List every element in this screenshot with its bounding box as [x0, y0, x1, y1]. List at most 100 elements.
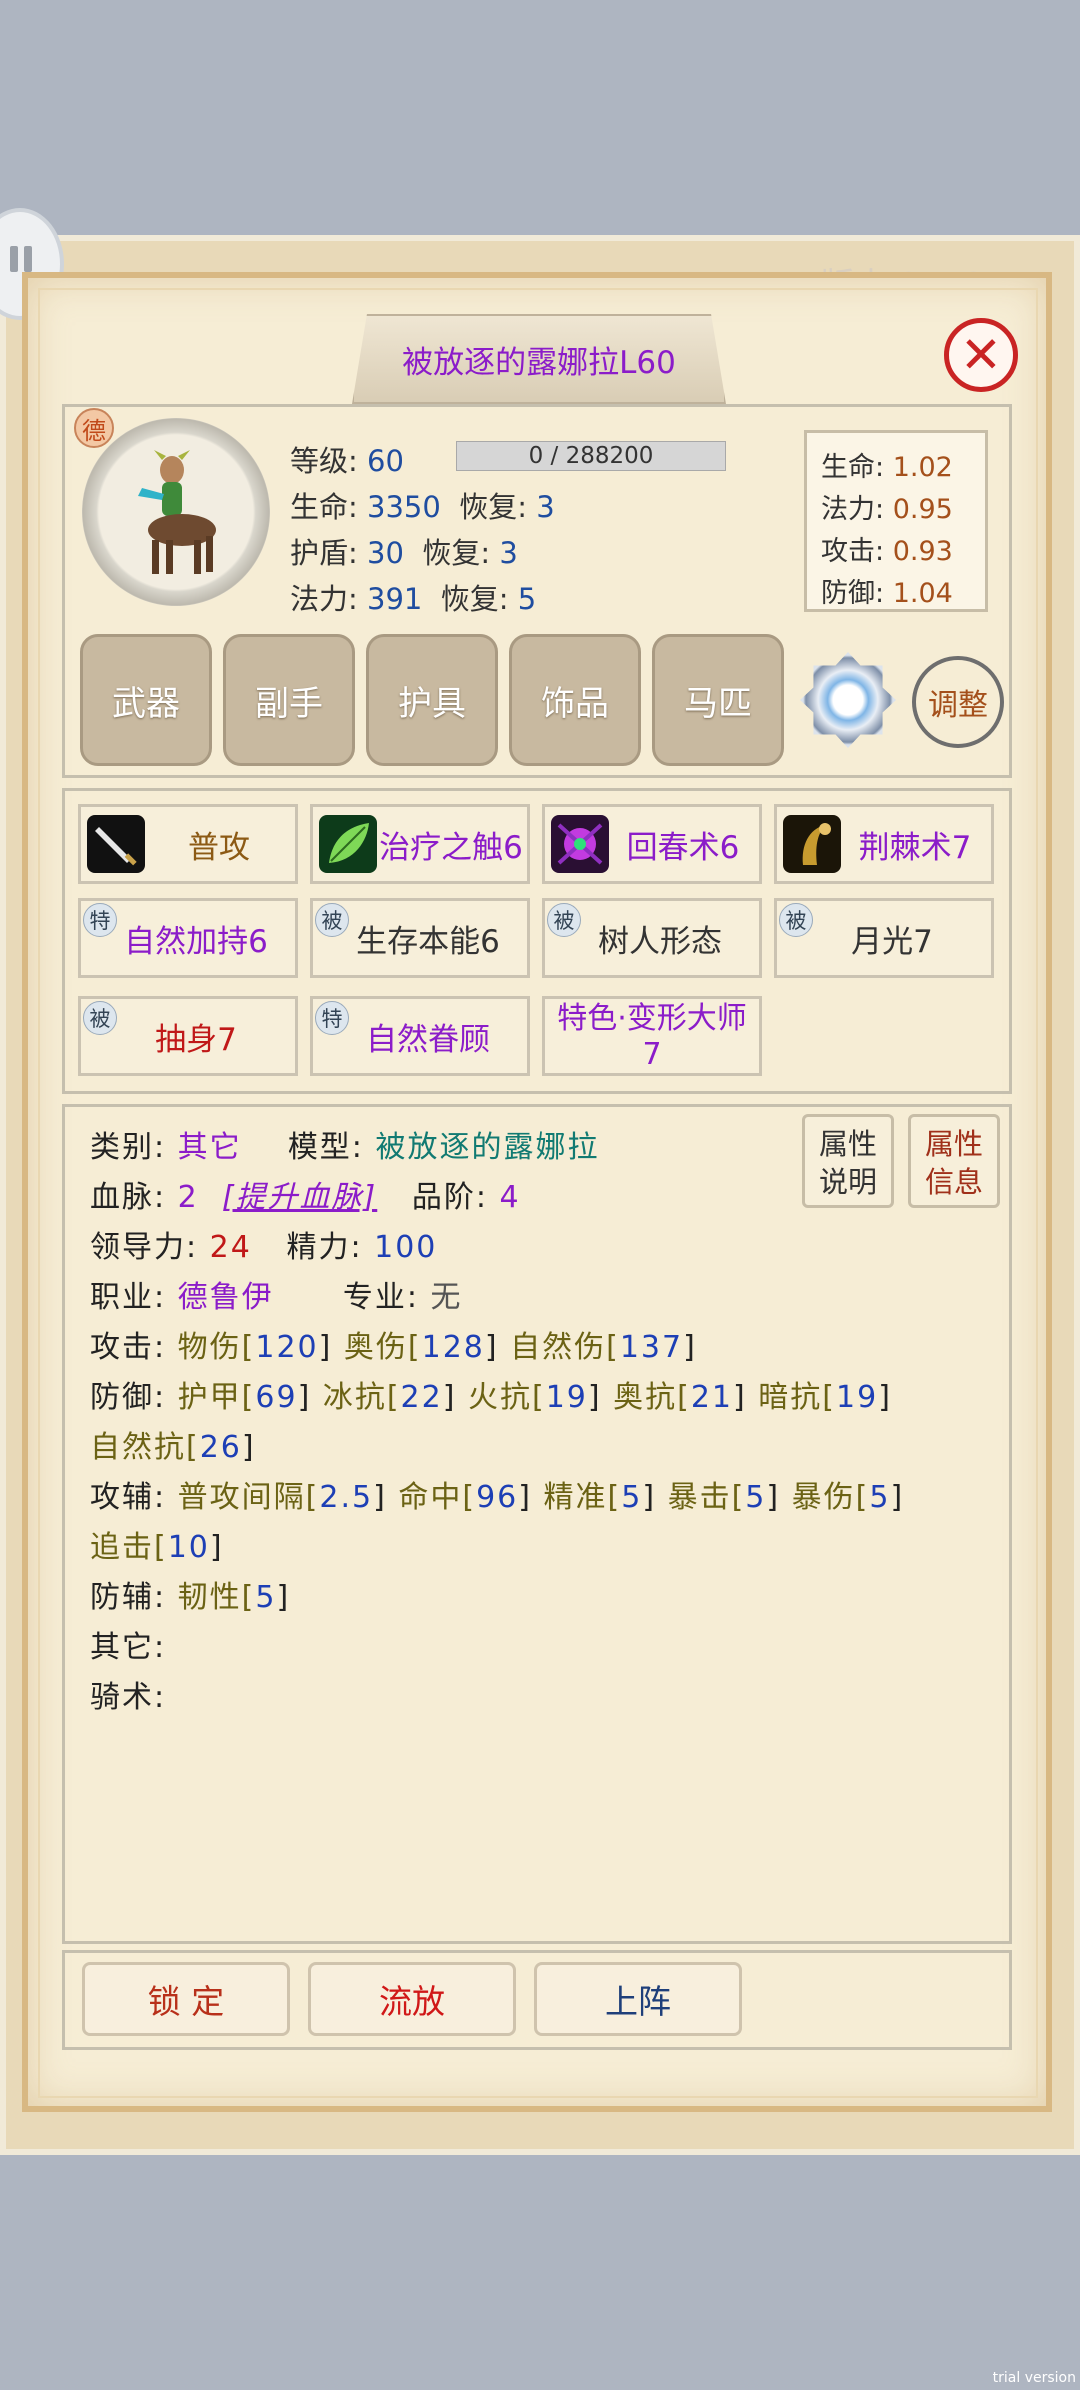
hero-title: 被放逐的露娜拉L60	[402, 344, 676, 381]
stat-value: 26	[199, 1430, 242, 1465]
stat-key: 暴击[	[656, 1480, 746, 1515]
skill-slot[interactable]: 被 月光7	[774, 898, 994, 978]
stat-value: 21	[690, 1380, 734, 1415]
sword-icon	[87, 815, 145, 873]
background-top	[0, 0, 1080, 240]
mana-regen-label: 恢复:	[440, 582, 509, 616]
thorns-icon	[783, 815, 841, 873]
equip-offhand-button[interactable]: 副手	[223, 634, 355, 766]
stat-value: 5	[621, 1480, 643, 1515]
defense-label: 防御:	[90, 1380, 167, 1415]
hp-regen-label: 恢复:	[459, 490, 528, 524]
rejuvenation-icon	[551, 815, 609, 873]
equip-horse-button[interactable]: 马匹	[652, 634, 784, 766]
defense-values: 护甲[69] 冰抗[22] 火抗[19] 奥抗[21] 暗抗[19]	[178, 1380, 892, 1415]
stat-bracket: ]	[878, 1380, 892, 1415]
stat-key: 普攻间隔[	[177, 1480, 320, 1515]
bloodline-row: 血脉: 2 [提升血脉] 品阶: 4	[90, 1172, 521, 1216]
skill-slot[interactable]: 特色·变形大师 7	[542, 996, 762, 1076]
class-badge: 德	[74, 408, 114, 448]
skill-slot[interactable]: 被 树人形态	[542, 898, 762, 978]
stat-bracket: ]	[766, 1480, 781, 1515]
lock-button[interactable]: 锁 定	[82, 1962, 290, 2036]
defense-aux-label: 防辅:	[90, 1580, 167, 1615]
grade-value: 4	[499, 1180, 521, 1215]
deploy-button[interactable]: 上阵	[534, 1962, 742, 2036]
attr-btn-line1: 属性	[818, 1127, 877, 1161]
stat-key: 物伤[	[177, 1330, 256, 1365]
skill-slot[interactable]: 治疗之触6	[310, 804, 530, 884]
close-button[interactable]: ✕	[944, 318, 1018, 392]
pause-icon-bar	[24, 246, 32, 272]
adjust-button[interactable]: 调整	[912, 656, 1004, 748]
stat-value: 120	[255, 1330, 319, 1365]
mana-regen-value: 5	[517, 582, 537, 616]
stat-value: 19	[836, 1380, 879, 1415]
skill-name-level: 7	[642, 1037, 662, 1072]
skill-slot[interactable]: 普攻	[78, 804, 298, 884]
stat-bracket: ]	[209, 1530, 224, 1565]
attack-aux-values: 普攻间隔[2.5] 命中[96] 精准[5] 暴击[5] 暴伤[5]	[178, 1480, 905, 1515]
category-row: 类别: 其它 模型: 被放逐的露娜拉	[90, 1122, 599, 1166]
stat-bracket: ]	[297, 1380, 312, 1415]
hp-label: 生命:	[290, 490, 358, 524]
stat-bracket: ]	[241, 1430, 256, 1465]
equip-accessory-button[interactable]: 饰品	[509, 634, 641, 766]
skill-name: 特色·变形大师	[557, 1001, 747, 1036]
growth-multipliers: 生命: 1.02 法力: 0.95 攻击: 0.93 防御: 1.04	[804, 430, 988, 612]
energy-label: 精力:	[286, 1230, 363, 1265]
shield-value: 30	[367, 536, 404, 570]
skill-slot[interactable]: 被 抽身7	[78, 996, 298, 1076]
skill-slot[interactable]: 回春术6	[542, 804, 762, 884]
mana-row: 法力: 391 恢复: 5	[290, 576, 536, 618]
multiplier-value: 1.04	[892, 578, 953, 609]
upgrade-bloodline-link[interactable]: [提升血脉]	[222, 1180, 377, 1215]
skill-slot[interactable]: 特 自然眷顾	[310, 996, 530, 1076]
skill-name: 荆棘术7	[858, 829, 972, 866]
skill-slot[interactable]: 被 生存本能6	[310, 898, 530, 978]
riding-row: 骑术:	[90, 1672, 166, 1716]
skill-name: 自然眷顾	[366, 1021, 490, 1058]
shield-regen-value: 3	[499, 536, 518, 570]
stat-value: 10	[167, 1530, 210, 1565]
skill-slot[interactable]: 特 自然加持6	[78, 898, 298, 978]
equip-weapon-button[interactable]: 武器	[80, 634, 212, 766]
title-plate: 被放逐的露娜拉L60	[352, 314, 726, 404]
stat-bracket: ]	[733, 1380, 747, 1415]
category-value: 其它	[177, 1130, 242, 1165]
defense-aux-values: 韧性[5]	[178, 1580, 291, 1615]
multiplier-defense: 防御: 1.04	[821, 571, 953, 610]
stat-value: 5	[869, 1480, 891, 1515]
shield-regen-label: 恢复:	[422, 536, 491, 570]
attack-aux-row: 攻辅: 普攻间隔[2.5] 命中[96] 精准[5] 暴击[5] 暴伤[5]	[90, 1472, 904, 1516]
stat-key: 奥伤[	[332, 1330, 422, 1365]
hp-regen-value: 3	[536, 490, 555, 524]
skill-name: 回春术6	[626, 829, 740, 866]
stat-key: 冰抗[	[311, 1380, 401, 1415]
stat-key: 追击[	[90, 1530, 168, 1565]
stat-bracket: ]	[373, 1480, 387, 1515]
pause-icon	[10, 246, 18, 272]
stat-key: 护甲[	[177, 1380, 256, 1415]
stat-value: 137	[619, 1330, 684, 1365]
model-value: 被放逐的露娜拉	[375, 1130, 600, 1165]
stat-bracket: ]	[642, 1480, 657, 1515]
exile-button[interactable]: 流放	[308, 1962, 516, 2036]
multiplier-label: 法力:	[821, 494, 885, 525]
attribute-description-button[interactable]: 属性 说明	[802, 1114, 894, 1208]
stat-value: 69	[255, 1380, 298, 1415]
skill-name: 抽身7	[155, 1021, 237, 1058]
xp-bar: 0 / 288200	[456, 441, 726, 471]
multiplier-mana: 法力: 0.95	[821, 487, 953, 526]
medal-icon[interactable]	[800, 652, 896, 748]
level-label: 等级:	[290, 444, 358, 478]
stat-key: 火抗[	[456, 1380, 546, 1415]
skill-slot[interactable]: 荆棘术7	[774, 804, 994, 884]
skill-name: 生存本能6	[356, 923, 500, 960]
equip-armor-button[interactable]: 护具	[366, 634, 498, 766]
hero-portrait[interactable]	[82, 418, 270, 606]
background-bottom	[0, 2150, 1080, 2390]
attr-btn-line2: 说明	[818, 1165, 877, 1199]
watermark: trial version	[992, 2370, 1076, 2386]
attribute-info-button[interactable]: 属性 信息	[908, 1114, 1000, 1208]
